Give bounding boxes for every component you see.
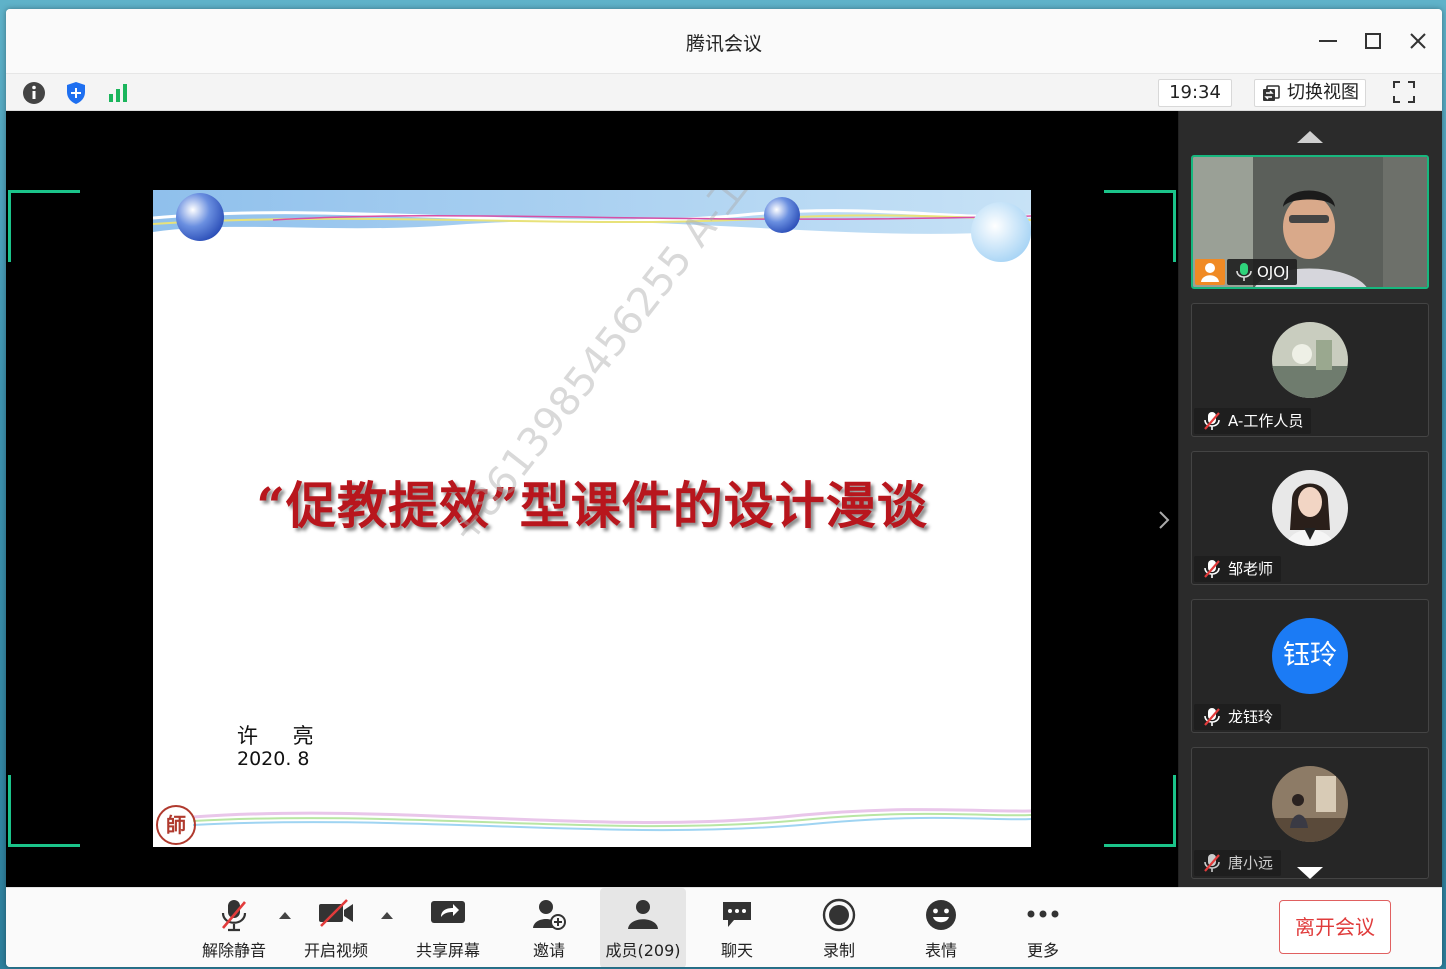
share-frame-corner xyxy=(8,775,80,847)
participant-name: 唐小远 xyxy=(1194,850,1282,876)
unmute-button[interactable]: 解除静音 xyxy=(196,888,272,967)
members-icon xyxy=(628,900,658,929)
participant-name: A-工作人员 xyxy=(1194,408,1312,434)
window-title: 腾讯会议 xyxy=(685,33,762,55)
emoji-icon xyxy=(926,900,956,930)
mic-muted-icon xyxy=(1204,412,1220,430)
meeting-window: 腾讯会议 19:34 切换视图 “促教提效”型课件的设计漫谈 许 亮 2020.… xyxy=(6,9,1442,967)
participant-name: 龙钰玲 xyxy=(1194,704,1282,730)
share-screen-button[interactable]: 共享屏幕 xyxy=(408,888,488,967)
security-shield-icon[interactable] xyxy=(63,80,89,106)
mic-muted-icon xyxy=(1204,560,1220,578)
fullscreen-icon[interactable] xyxy=(1390,78,1418,106)
invite-button[interactable]: 邀请 xyxy=(512,888,586,967)
slide-author: 许 亮 xyxy=(237,724,328,748)
participant-tile[interactable]: 邹老师 xyxy=(1191,451,1429,585)
more-dots-icon xyxy=(1027,910,1059,918)
slide-date: 2020. 8 xyxy=(237,748,310,770)
mic-muted-icon xyxy=(221,900,247,932)
meeting-timer: 19:34 xyxy=(1158,79,1232,107)
slide-bottom-ribbon xyxy=(192,808,1031,832)
members-button[interactable]: 成员(209) xyxy=(600,888,686,967)
participant-tile[interactable]: A-工作人员 xyxy=(1191,303,1429,437)
switch-view-button[interactable]: 切换视图 xyxy=(1254,79,1366,107)
chevron-right-icon[interactable] xyxy=(1156,509,1172,531)
participant-tile[interactable]: OJOJ xyxy=(1191,155,1429,289)
avatar xyxy=(1272,470,1348,546)
mic-muted-icon xyxy=(1204,708,1220,726)
mic-active-icon xyxy=(1236,263,1252,281)
record-icon xyxy=(822,898,856,932)
leave-meeting-button[interactable]: 离开会议 xyxy=(1279,900,1391,954)
participant-name: OJOJ xyxy=(1227,259,1298,285)
share-screen-icon xyxy=(431,901,465,923)
scroll-up-icon[interactable] xyxy=(1295,129,1325,145)
close-icon[interactable] xyxy=(1406,29,1430,53)
chat-button[interactable]: 聊天 xyxy=(702,888,772,967)
avatar: 钰玲 xyxy=(1272,618,1348,694)
caret-up-icon[interactable] xyxy=(278,910,292,920)
switch-view-label: 切换视图 xyxy=(1287,82,1359,103)
avatar xyxy=(1272,322,1348,398)
chat-icon xyxy=(723,902,751,927)
participant-tile[interactable]: 钰玲 龙钰玲 xyxy=(1191,599,1429,733)
share-frame-corner xyxy=(8,190,80,262)
title-bar: 腾讯会议 xyxy=(6,9,1442,73)
mic-muted-icon xyxy=(1204,854,1220,872)
signal-strength-icon[interactable] xyxy=(105,80,131,106)
video-off-icon xyxy=(319,899,353,927)
meeting-control-bar: 解除静音 开启视频 共享屏幕 邀请 成员(209) 聊天 录制 表情 更多 离开… xyxy=(6,887,1442,967)
slide-top-ribbon xyxy=(153,190,1031,262)
scroll-down-icon[interactable] xyxy=(1295,865,1325,881)
participant-tile[interactable]: 唐小远 xyxy=(1191,747,1429,879)
maximize-icon[interactable] xyxy=(1361,29,1385,53)
caret-up-icon[interactable] xyxy=(380,910,394,920)
school-logo: 師 xyxy=(156,805,196,845)
record-button[interactable]: 录制 xyxy=(804,888,874,967)
avatar xyxy=(1272,766,1348,842)
add-user-icon xyxy=(533,900,566,930)
info-icon[interactable] xyxy=(21,80,47,106)
more-button[interactable]: 更多 xyxy=(1008,888,1078,967)
share-frame-corner xyxy=(1104,775,1176,847)
reactions-button[interactable]: 表情 xyxy=(906,888,976,967)
shared-screen-area: “促教提效”型课件的设计漫谈 许 亮 2020. 8 師 +8613985456… xyxy=(6,111,1178,887)
slide-title: “促教提效”型课件的设计漫谈 xyxy=(256,476,928,535)
share-frame-corner xyxy=(1104,190,1176,262)
host-badge-icon xyxy=(1195,259,1225,285)
participant-name: 邹老师 xyxy=(1194,556,1282,582)
switch-view-icon xyxy=(1263,85,1280,101)
minimize-icon[interactable] xyxy=(1316,29,1340,53)
presentation-slide: “促教提效”型课件的设计漫谈 许 亮 2020. 8 師 +8613985456… xyxy=(153,190,1031,847)
meeting-toolbar: 19:34 切换视图 xyxy=(6,73,1442,111)
start-video-button[interactable]: 开启视频 xyxy=(298,888,374,967)
participant-video-panel: OJOJ A-工作人员 邹老师 钰玲 龙钰玲 唐小远 xyxy=(1178,111,1442,887)
